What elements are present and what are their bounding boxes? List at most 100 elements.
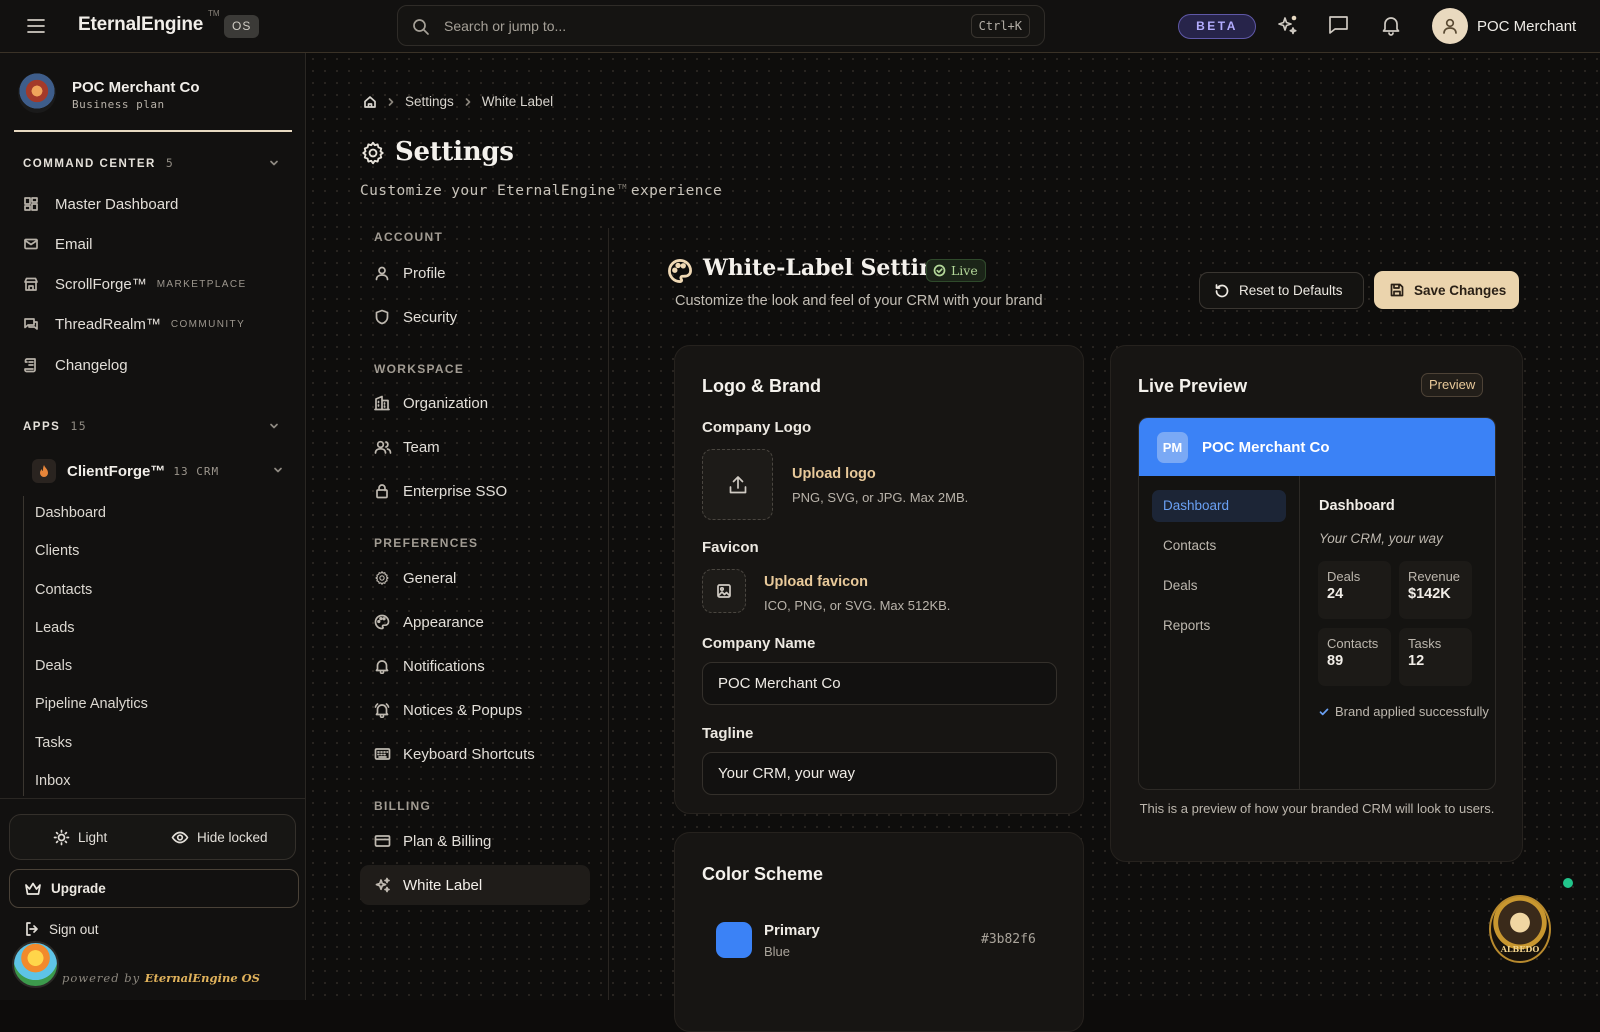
settings-item-notifications[interactable]: Notifications — [360, 646, 590, 686]
settings-item-appearance[interactable]: Appearance — [360, 602, 590, 642]
company-logo-label: Company Logo — [702, 419, 812, 436]
primary-color-swatch[interactable] — [716, 922, 752, 958]
nav-tag: MARKETPLACE — [156, 278, 247, 290]
settings-item-enterprise-sso[interactable]: Enterprise SSO — [360, 471, 590, 511]
user-icon — [374, 265, 392, 281]
card-icon — [374, 833, 392, 849]
sign-out-label: Sign out — [49, 921, 99, 937]
hide-locked-button[interactable]: Hide locked — [171, 815, 268, 859]
submenu-pipeline-analytics[interactable]: Pipeline Analytics — [35, 696, 148, 712]
upload-logo-hint: PNG, SVG, or JPG. Max 2MB. — [792, 490, 969, 505]
upgrade-button[interactable]: Upgrade — [9, 869, 299, 908]
settings-item-general[interactable]: General — [360, 558, 590, 598]
preview-nav-contacts: Contacts — [1163, 538, 1217, 553]
org-name[interactable]: POC Merchant Co — [72, 79, 200, 96]
submenu-dashboard[interactable]: Dashboard — [35, 505, 106, 521]
save-changes-button[interactable]: Save Changes — [1374, 271, 1519, 309]
submenu-leads[interactable]: Leads — [35, 620, 75, 636]
reset-defaults-button[interactable]: Reset to Defaults — [1199, 272, 1364, 309]
powered-brand: EternalEngine OS — [144, 971, 260, 985]
section-title: APPS — [23, 421, 61, 433]
gear-icon — [360, 140, 386, 166]
upload-favicon-link[interactable]: Upload favicon — [764, 574, 868, 590]
logo-upload-dropzone[interactable] — [702, 449, 773, 520]
bell-icon[interactable] — [1380, 14, 1402, 36]
settings-section-workspace: WORKSPACE — [374, 362, 465, 376]
chevron-down-icon[interactable] — [268, 157, 280, 169]
section-apps[interactable]: APPS 15 — [23, 419, 87, 433]
upload-logo-link[interactable]: Upload logo — [792, 466, 876, 482]
app-clientforge[interactable]: ClientForge™ 13 CRM — [32, 458, 219, 484]
light-mode-label: Light — [78, 829, 108, 845]
primary-color-hex[interactable]: #3b82f6 — [981, 932, 1036, 947]
live-badge: Live — [926, 259, 986, 282]
chevron-right-icon — [464, 97, 472, 107]
company-name-label: Company Name — [702, 635, 816, 652]
submenu-deals[interactable]: Deals — [35, 658, 72, 674]
tagline-label: Tagline — [702, 725, 754, 742]
home-icon[interactable] — [363, 95, 377, 109]
breadcrumb: Settings White Label — [363, 94, 553, 109]
sunset-avatar[interactable] — [12, 941, 59, 988]
settings-item-keyboard-shortcuts[interactable]: Keyboard Shortcuts — [360, 734, 590, 774]
user-icon — [1443, 18, 1457, 34]
settings-section-preferences: PREFERENCES — [374, 536, 479, 550]
settings-item-label: White Label — [403, 876, 483, 894]
save-icon — [1390, 283, 1404, 297]
submenu-tasks[interactable]: Tasks — [35, 735, 72, 751]
search-bar[interactable]: Search or jump to... Ctrl+K — [397, 5, 1045, 46]
user-name[interactable]: POC Merchant — [1477, 18, 1576, 35]
grid-icon — [23, 196, 41, 212]
nav-master-dashboard[interactable]: Master Dashboard — [23, 191, 178, 217]
stat-value: 89 — [1327, 653, 1344, 669]
settings-item-organization[interactable]: Organization — [360, 383, 590, 423]
org-logo[interactable] — [18, 73, 56, 113]
chevron-down-icon[interactable] — [268, 420, 280, 432]
settings-item-profile[interactable]: Profile — [360, 253, 590, 293]
flame-icon — [32, 459, 56, 483]
chat-icon[interactable] — [1327, 14, 1350, 36]
chevron-down-icon[interactable] — [272, 464, 284, 476]
submenu-inbox[interactable]: Inbox — [35, 773, 70, 789]
sparkle-icon[interactable] — [1276, 14, 1298, 36]
page-subtitle-pre: Customize your EternalEngine — [360, 183, 616, 199]
beta-badge[interactable]: BETA — [1178, 14, 1256, 39]
section-command-center[interactable]: COMMAND CENTER 5 — [23, 156, 174, 170]
settings-item-team[interactable]: Team — [360, 427, 590, 467]
search-shortcut: Ctrl+K — [970, 14, 1030, 38]
sun-icon — [53, 829, 70, 845]
favicon-upload-dropzone[interactable] — [702, 569, 746, 613]
app-count-number: 13 — [173, 464, 189, 478]
stat-label: Deals — [1327, 569, 1361, 584]
stat-label: Revenue — [1408, 569, 1461, 584]
preview-header: PM POC Merchant Co — [1139, 418, 1495, 476]
nav-scrollforge[interactable]: ScrollForge™ MARKETPLACE — [23, 271, 247, 297]
color-scheme-card: Color Scheme Primary Blue #3b82f6 — [674, 832, 1084, 1032]
nav-email[interactable]: Email — [23, 231, 93, 257]
settings-item-notices-popups[interactable]: Notices & Popups — [360, 690, 590, 730]
breadcrumb-settings[interactable]: Settings — [405, 94, 454, 109]
preview-nav-reports: Reports — [1163, 618, 1211, 633]
favicon-label: Favicon — [702, 539, 759, 556]
submenu-clients[interactable]: Clients — [35, 543, 79, 559]
settings-item-label: Notices & Popups — [403, 701, 523, 719]
settings-item-label: Plan & Billing — [403, 832, 492, 850]
nav-changelog[interactable]: Changelog — [23, 352, 128, 378]
submenu-contacts[interactable]: Contacts — [35, 582, 92, 598]
user-avatar[interactable] — [1432, 8, 1468, 44]
scroll-icon — [23, 357, 41, 373]
sign-out-button[interactable]: Sign out — [24, 921, 99, 937]
settings-item-plan-billing[interactable]: Plan & Billing — [360, 821, 590, 861]
preview-stat-deals: Deals 24 — [1318, 561, 1391, 619]
preview-frame: PM POC Merchant Co Dashboard Contacts De… — [1138, 417, 1496, 790]
company-name-input[interactable] — [702, 662, 1057, 705]
settings-item-white-label[interactable]: White Label — [360, 865, 590, 905]
settings-item-security[interactable]: Security — [360, 297, 590, 337]
check-circle-icon — [933, 264, 946, 277]
light-mode-button[interactable]: Light — [53, 815, 107, 859]
nav-label: Email — [55, 235, 93, 253]
nav-label: Master Dashboard — [55, 195, 179, 213]
tagline-input[interactable] — [702, 752, 1057, 795]
users-icon — [374, 439, 392, 455]
nav-threadrealm[interactable]: ThreadRealm™ COMMUNITY — [23, 311, 245, 337]
